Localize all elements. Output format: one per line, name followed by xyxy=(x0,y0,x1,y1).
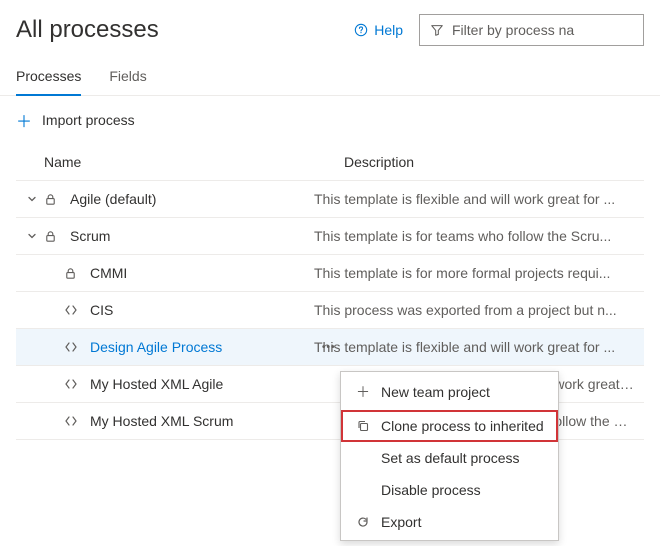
menu-label: Clone process to inherited xyxy=(381,418,544,434)
table-row[interactable]: Agile (default) This template is flexibl… xyxy=(16,181,644,218)
filter-input[interactable] xyxy=(452,22,633,38)
help-link[interactable]: Help xyxy=(354,22,403,38)
menu-disable-process[interactable]: Disable process xyxy=(341,474,558,506)
table-row[interactable]: Design Agile Process ••• This template i… xyxy=(16,329,644,366)
lock-icon xyxy=(44,193,64,206)
process-desc: This template is flexible and will work … xyxy=(314,191,644,207)
menu-label: Set as default process xyxy=(381,450,520,466)
process-desc: This template is for more formal project… xyxy=(314,265,644,281)
process-desc: This template is flexible and will work … xyxy=(314,339,644,355)
process-name: My Hosted XML Agile xyxy=(84,376,314,392)
lock-icon xyxy=(44,230,64,243)
code-icon xyxy=(64,340,84,354)
col-header-name[interactable]: Name xyxy=(44,154,344,170)
plus-icon: ＋ xyxy=(355,382,371,402)
menu-new-team-project[interactable]: ＋ New team project xyxy=(341,374,558,410)
menu-label: Disable process xyxy=(381,482,481,498)
code-icon xyxy=(64,377,84,391)
help-icon xyxy=(354,23,368,37)
context-menu: ＋ New team project Clone process to inhe… xyxy=(340,371,559,541)
code-icon xyxy=(64,414,84,428)
process-desc: This process was exported from a project… xyxy=(314,302,644,318)
process-name: Agile (default) xyxy=(64,191,314,207)
process-name: CIS xyxy=(84,302,314,318)
chevron-down-icon[interactable] xyxy=(20,230,44,242)
tab-processes[interactable]: Processes xyxy=(16,60,81,96)
menu-export[interactable]: Export xyxy=(341,506,558,538)
process-name-link[interactable]: Design Agile Process xyxy=(84,339,314,355)
table-row[interactable]: CMMI This template is for more formal pr… xyxy=(16,255,644,292)
menu-clone-to-inherited[interactable]: Clone process to inherited xyxy=(341,410,558,442)
chevron-down-icon[interactable] xyxy=(20,193,44,205)
plus-icon: ＋ xyxy=(16,108,32,132)
code-icon xyxy=(64,303,84,317)
table-header: Name Description xyxy=(16,144,644,181)
filter-icon xyxy=(430,23,444,37)
table-row[interactable]: Scrum This template is for teams who fol… xyxy=(16,218,644,255)
lock-icon xyxy=(64,267,84,280)
process-name: CMMI xyxy=(84,265,314,281)
menu-label: Export xyxy=(381,514,421,530)
copy-icon xyxy=(355,419,371,433)
menu-set-default[interactable]: Set as default process xyxy=(341,442,558,474)
process-desc: This template is for teams who follow th… xyxy=(314,228,644,244)
help-label: Help xyxy=(374,22,403,38)
filter-box[interactable] xyxy=(419,14,644,46)
import-label: Import process xyxy=(42,112,135,128)
menu-label: New team project xyxy=(381,384,490,400)
table-row[interactable]: CIS This process was exported from a pro… xyxy=(16,292,644,329)
page-title: All processes xyxy=(16,16,159,44)
process-name: My Hosted XML Scrum xyxy=(84,413,314,429)
more-actions-button[interactable]: ••• xyxy=(322,342,336,353)
import-process-button[interactable]: ＋ Import process xyxy=(16,108,135,132)
tab-fields[interactable]: Fields xyxy=(109,60,146,96)
tabs: Processes Fields xyxy=(0,60,660,96)
export-icon xyxy=(355,515,371,529)
col-header-desc[interactable]: Description xyxy=(344,154,644,170)
process-name: Scrum xyxy=(64,228,314,244)
